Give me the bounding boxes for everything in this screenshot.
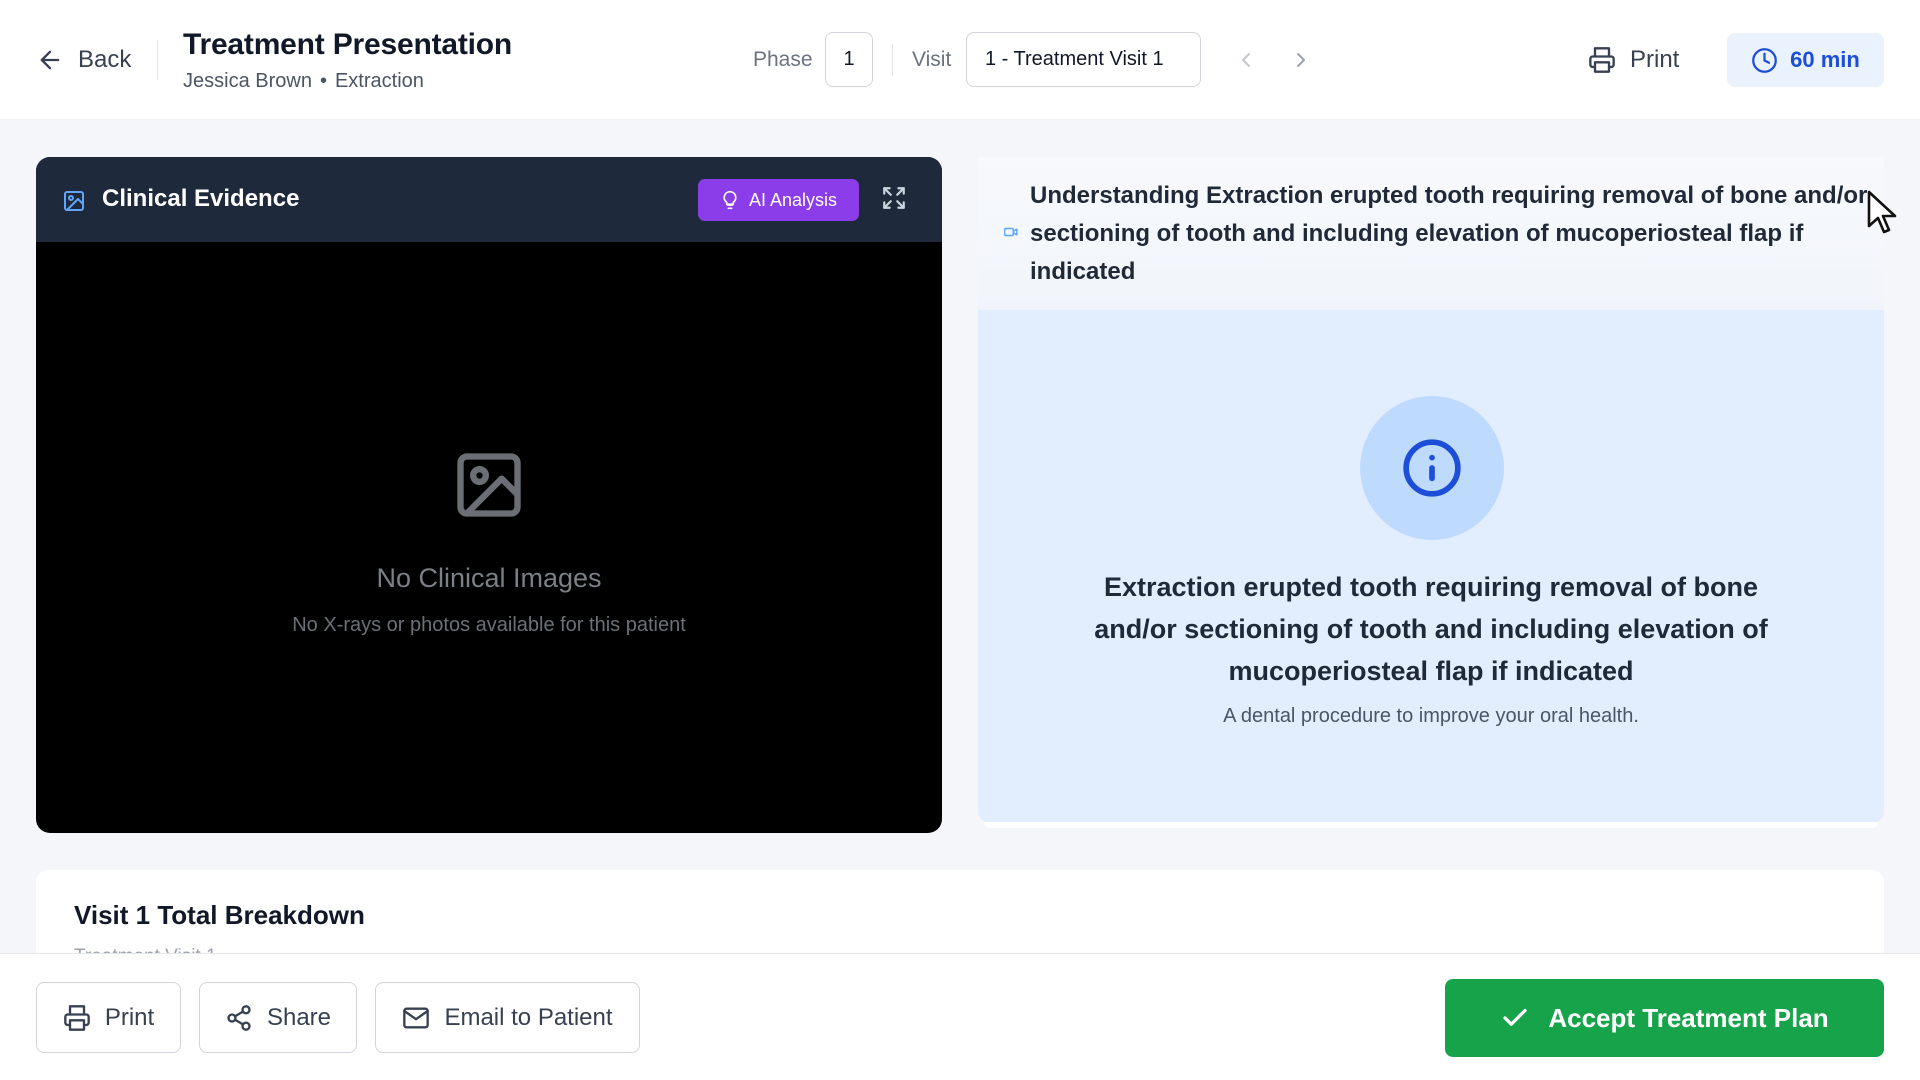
visit-label: Visit xyxy=(912,48,952,71)
page-subtitle: Jessica Brown • Extraction xyxy=(183,70,512,93)
print-header-button[interactable]: Print xyxy=(1588,40,1679,80)
next-visit-button[interactable] xyxy=(1285,44,1317,76)
check-icon xyxy=(1500,1003,1530,1033)
duration-text: 60 min xyxy=(1790,47,1860,72)
page-title: Treatment Presentation xyxy=(183,28,513,61)
empty-images-description: No X-rays or photos available for this p… xyxy=(292,614,686,636)
info-icon xyxy=(1401,437,1463,499)
back-label: Back xyxy=(78,46,132,73)
breakdown-title: Visit 1 Total Breakdown xyxy=(74,900,365,930)
clinical-evidence-title: Clinical Evidence xyxy=(102,185,300,212)
ai-analysis-button[interactable]: AI Analysis xyxy=(698,179,859,221)
mail-icon xyxy=(402,1004,430,1032)
duration-badge: 60 min xyxy=(1727,33,1884,87)
info-badge xyxy=(1360,396,1504,540)
printer-icon xyxy=(1588,46,1616,74)
image-icon xyxy=(62,189,86,213)
print-header-label: Print xyxy=(1630,46,1680,73)
accept-label: Accept Treatment Plan xyxy=(1548,1002,1829,1033)
procedure-panel: Understanding Extraction erupted tooth r… xyxy=(978,157,1884,829)
printer-icon xyxy=(63,1004,91,1032)
visit-value: 1 - Treatment Visit 1 xyxy=(985,48,1164,70)
accept-treatment-plan-button[interactable]: Accept Treatment Plan xyxy=(1445,979,1884,1057)
image-placeholder-icon xyxy=(451,447,527,523)
email-to-patient-button[interactable]: Email to Patient xyxy=(375,982,640,1053)
mouse-pointer-icon xyxy=(1867,190,1899,234)
arrow-left-icon xyxy=(36,46,64,74)
bottom-action-bar: Print Share Email to Patient Accept Trea… xyxy=(0,953,1920,1080)
share-icon xyxy=(225,1004,253,1032)
email-label: Email to Patient xyxy=(444,1003,613,1031)
procedure-panel-footer xyxy=(984,822,1878,828)
empty-images-state: No Clinical Images No X-rays or photos a… xyxy=(36,447,942,637)
ai-analysis-label: AI Analysis xyxy=(748,189,838,210)
share-label: Share xyxy=(266,1003,332,1031)
video-icon xyxy=(1004,227,1018,237)
patient-name: Jessica Brown xyxy=(183,70,312,92)
title-block: Treatment Presentation Jessica Brown • E… xyxy=(183,28,512,93)
clock-icon xyxy=(1751,47,1778,74)
procedure-name: Extraction erupted tooth requiring remov… xyxy=(1094,572,1768,686)
clinical-evidence-card: Clinical Evidence AI Analysis No Clinica… xyxy=(36,157,942,833)
lightbulb-icon xyxy=(720,190,740,210)
chevron-left-icon xyxy=(1234,48,1258,72)
procedure-body: Extraction erupted tooth requiring remov… xyxy=(978,310,1884,822)
empty-images-title: No Clinical Images xyxy=(376,563,602,593)
procedure-category: Extraction xyxy=(334,70,424,92)
subtitle-separator: • xyxy=(319,70,327,92)
phase-label: Phase xyxy=(753,48,813,71)
visit-divider xyxy=(892,44,893,76)
procedure-header: Understanding Extraction erupted tooth r… xyxy=(978,157,1884,310)
procedure-description: A dental procedure to improve your oral … xyxy=(1223,705,1639,727)
visit-select[interactable]: 1 - Treatment Visit 1 xyxy=(966,32,1201,87)
phase-value: 1 xyxy=(843,48,855,70)
expand-icon[interactable] xyxy=(881,185,907,211)
previous-visit-button[interactable] xyxy=(1230,44,1262,76)
share-button[interactable]: Share xyxy=(199,982,357,1053)
back-button[interactable]: Back xyxy=(36,40,131,80)
top-header: Back Treatment Presentation Jessica Brow… xyxy=(0,0,1920,120)
procedure-heading: Understanding Extraction erupted tooth r… xyxy=(1030,182,1868,285)
chevron-right-icon xyxy=(1289,48,1313,72)
print-label: Print xyxy=(104,1003,155,1031)
phase-select[interactable]: 1 xyxy=(825,32,873,87)
print-button[interactable]: Print xyxy=(36,982,181,1053)
header-divider xyxy=(157,40,158,80)
clinical-evidence-header: Clinical Evidence AI Analysis xyxy=(36,157,942,242)
